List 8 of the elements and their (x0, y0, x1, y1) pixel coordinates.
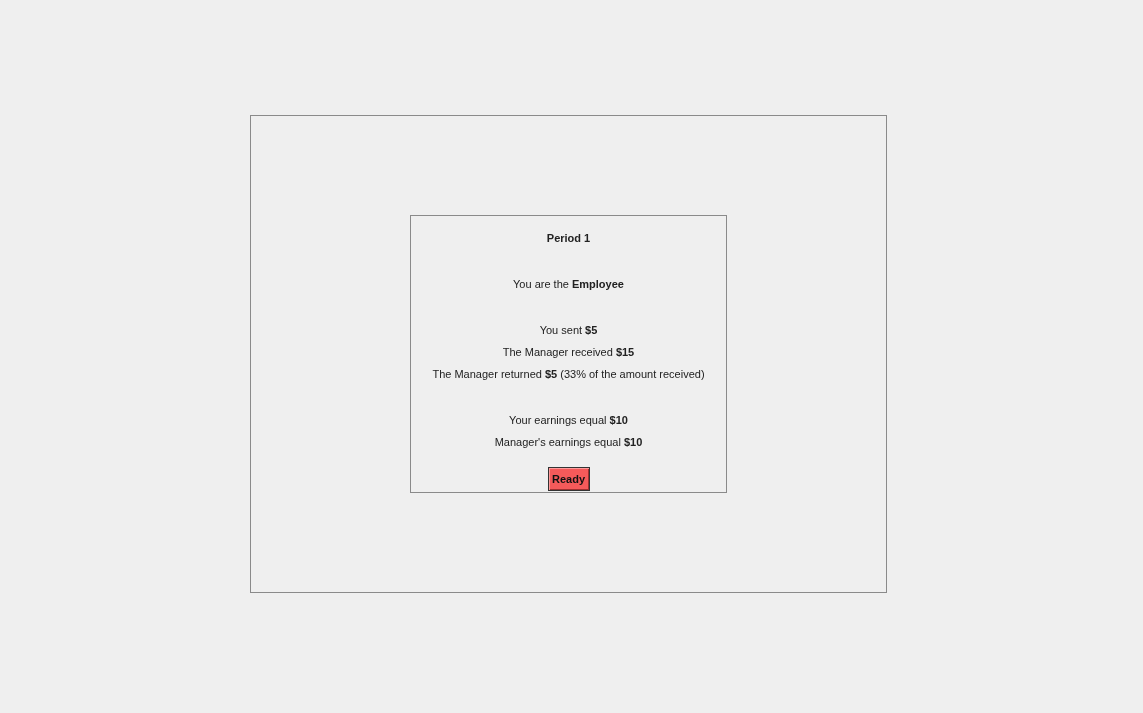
period-title: Period 1 (546, 232, 591, 245)
result-text: Manager's earnings equal $10 (494, 436, 643, 449)
ready-button[interactable]: Ready (547, 467, 590, 491)
result-text: Your earnings equal $10 (509, 414, 628, 427)
result-text: You sent $5 (539, 324, 598, 337)
result-text: The Manager returned $5 (33% of the amount received) (432, 368, 705, 381)
role-text: You are the Employee (513, 278, 624, 291)
result-text: The Manager received $15 (502, 346, 635, 359)
